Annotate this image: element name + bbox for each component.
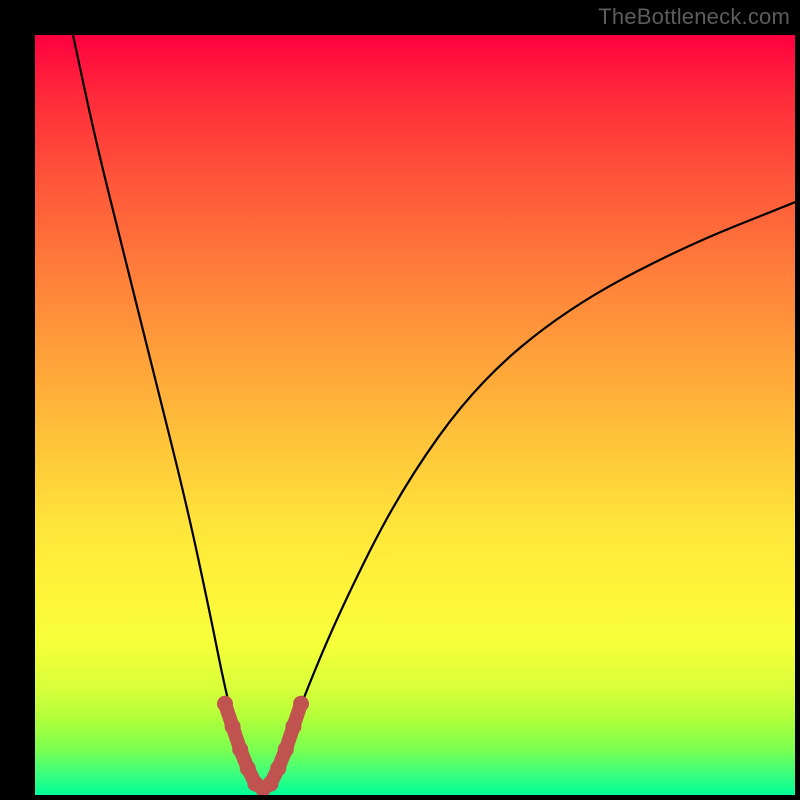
- valley-marker-dot: [225, 719, 241, 735]
- valley-marker-dot: [293, 696, 309, 712]
- valley-marker-dot: [278, 741, 294, 757]
- valley-marker-dot: [217, 696, 233, 712]
- valley-marker-dot: [285, 719, 301, 735]
- watermark-text: TheBottleneck.com: [598, 4, 790, 30]
- curve-layer: [35, 35, 795, 795]
- valley-markers: [217, 696, 309, 795]
- valley-marker-dot: [270, 760, 286, 776]
- valley-marker-dot: [232, 741, 248, 757]
- plot-area: [35, 35, 795, 795]
- valley-marker-dot: [240, 760, 256, 776]
- chart-stage: TheBottleneck.com: [0, 0, 800, 800]
- curve-path: [73, 35, 795, 788]
- bottleneck-curve: [73, 35, 795, 788]
- valley-marker-dot: [263, 776, 279, 792]
